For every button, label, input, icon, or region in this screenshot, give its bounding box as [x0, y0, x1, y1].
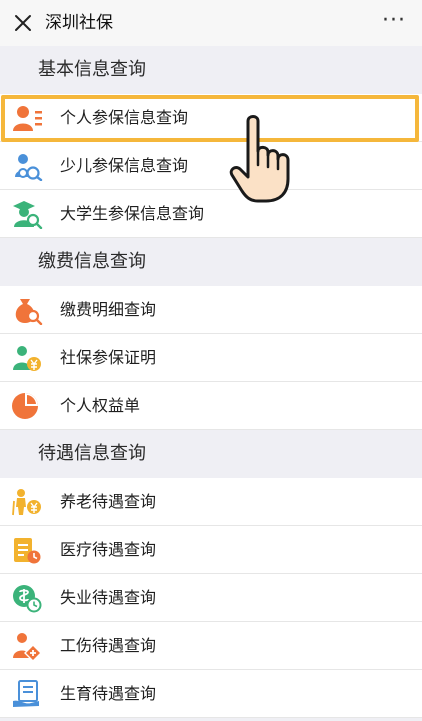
person-id-icon	[13, 106, 42, 131]
menu-item-pension[interactable]: 养老待遇查询	[0, 478, 422, 526]
pointing-hand-icon	[229, 115, 290, 203]
menu-item-label: 个人参保信息查询	[60, 108, 189, 127]
child-search-icon	[15, 154, 43, 181]
menu-item-label: 失业待遇查询	[60, 588, 157, 607]
section-header-benefits: 待遇信息查询	[0, 430, 422, 478]
menu-item-work-injury[interactable]: 工伤待遇查询	[0, 622, 422, 670]
menu-item-label: 工伤待遇查询	[60, 636, 157, 655]
pie-chart-icon	[12, 393, 38, 419]
person-yuan-icon	[13, 346, 41, 371]
section-title: 基本信息查询	[38, 59, 146, 80]
menu-item-payment-detail[interactable]: 缴费明细查询	[0, 286, 422, 334]
more-icon[interactable]: ···	[382, 10, 406, 32]
menu-item-maternity[interactable]: 生育待遇查询	[0, 670, 422, 718]
menu-item-personal-rights[interactable]: 个人权益单	[0, 382, 422, 430]
divider	[0, 717, 422, 718]
coin-clock-icon	[13, 585, 42, 613]
menu-item-label: 缴费明细查询	[60, 300, 157, 319]
close-icon[interactable]	[12, 12, 34, 34]
menu-item-personal-insurance[interactable]: 个人参保信息查询	[0, 94, 422, 142]
money-bag-search-icon	[15, 299, 43, 325]
elderly-yuan-icon	[12, 489, 41, 516]
document-hand-icon	[13, 680, 39, 707]
menu-item-label: 大学生参保信息查询	[60, 204, 205, 223]
menu-item-medical[interactable]: 医疗待遇查询	[0, 526, 422, 574]
menu-item-label: 生育待遇查询	[60, 684, 157, 703]
injury-icon	[13, 633, 42, 661]
menu-item-label: 社保参保证明	[60, 348, 157, 367]
section-header-basic: 基本信息查询	[0, 46, 422, 94]
section-title: 缴费信息查询	[38, 251, 146, 272]
menu-item-insurance-certificate[interactable]: 社保参保证明	[0, 334, 422, 382]
menu-item-student-insurance[interactable]: 大学生参保信息查询	[0, 190, 422, 238]
graduate-search-icon	[13, 201, 43, 229]
menu-item-child-insurance[interactable]: 少儿参保信息查询	[0, 142, 422, 190]
menu-item-label: 养老待遇查询	[60, 492, 157, 511]
menu-item-label: 个人权益单	[60, 396, 141, 415]
menu-item-unemployment[interactable]: 失业待遇查询	[0, 574, 422, 622]
section-title: 待遇信息查询	[38, 443, 146, 464]
menu-item-label: 医疗待遇查询	[60, 540, 157, 559]
page-title: 深圳社保	[45, 13, 113, 33]
top-bar: 深圳社保 ···	[0, 0, 422, 46]
section-header-payment: 缴费信息查询	[0, 238, 422, 286]
menu-item-label: 少儿参保信息查询	[60, 156, 189, 175]
medical-record-icon	[14, 538, 41, 564]
